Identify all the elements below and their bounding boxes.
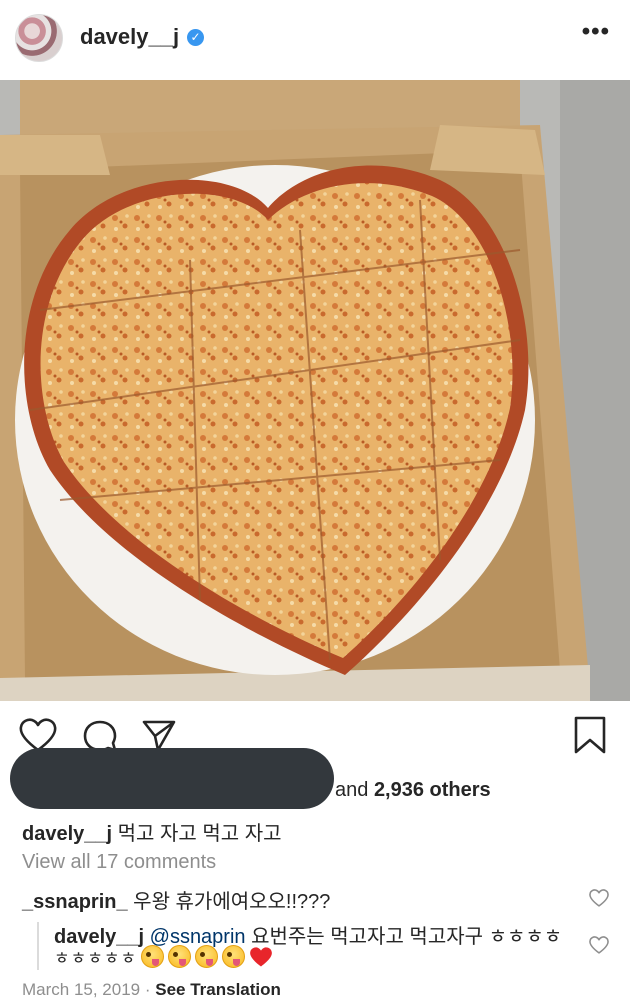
likes-others: 2,936 others [373, 779, 491, 801]
reply-comment-continued: ㅎㅎㅎㅎㅎ [54, 944, 273, 969]
more-icon[interactable]: ••• [582, 18, 610, 46]
avatar[interactable] [15, 14, 63, 62]
see-translation-link[interactable]: See Translation [155, 980, 281, 999]
reply-thread-line [37, 922, 39, 970]
post-photo[interactable] [0, 80, 630, 701]
post-footer: March 15, 2019 · See Translation [22, 980, 281, 1000]
view-all-comments-link[interactable]: View all 17 comments [22, 851, 216, 874]
comment: _ssnaprin_ 우왕 휴가에여오오!!??? [22, 885, 330, 914]
redacted-likers [10, 748, 334, 809]
zany-face-emoji-icon [195, 945, 219, 968]
reply-text: 요번주는 먹고자고 먹고자구 ㅎㅎㅎㅎ [245, 926, 563, 948]
red-heart-emoji-icon [249, 946, 273, 969]
caption-text: 먹고 자고 먹고 자고 [112, 823, 282, 845]
verified-badge-icon: ✓ [187, 29, 204, 46]
post-caption: davely__j 먹고 자고 먹고 자고 [22, 817, 282, 846]
comment-username[interactable]: _ssnaprin_ [22, 891, 128, 913]
footer-separator: · [140, 980, 156, 999]
zany-face-emoji-icon [141, 945, 165, 968]
reply-text-continued: ㅎㅎㅎㅎㅎ [54, 949, 138, 968]
post-username[interactable]: davely__j [80, 24, 179, 50]
zany-face-emoji-icon [222, 945, 246, 968]
likes-prefix: and [335, 779, 374, 801]
comment-text: 우왕 휴가에여오오!!??? [127, 891, 331, 913]
reply-like-heart-icon[interactable] [589, 936, 609, 959]
bookmark-icon[interactable] [573, 715, 607, 760]
post-header: davely__j ✓ ••• [0, 0, 630, 80]
post-date: March 15, 2019 [22, 980, 141, 999]
pizza-box-image [0, 80, 630, 701]
zany-face-emoji-icon [168, 945, 192, 968]
caption-username[interactable]: davely__j [22, 823, 112, 845]
likes-count[interactable]: and 2,936 others [335, 779, 491, 802]
comment-like-heart-icon[interactable] [589, 889, 609, 912]
